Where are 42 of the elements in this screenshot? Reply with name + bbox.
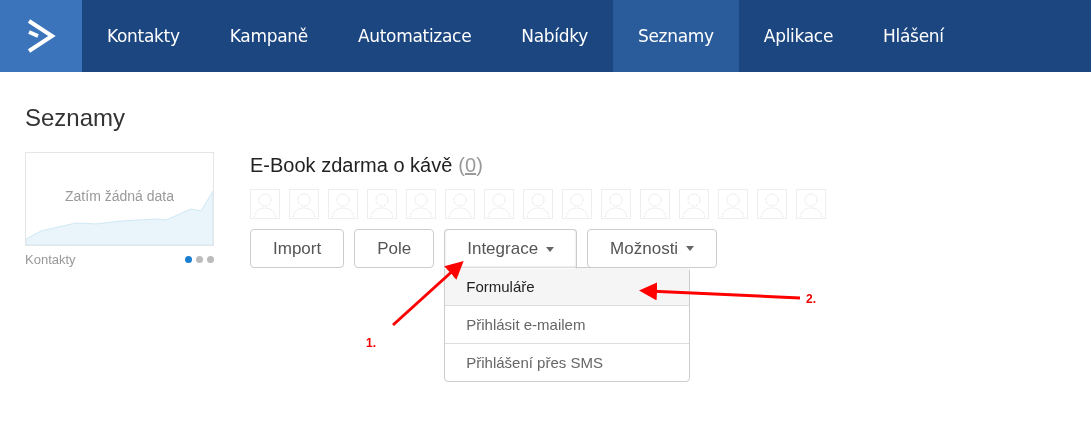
avatar-placeholder-icon <box>289 189 319 219</box>
carousel-dot[interactable] <box>196 256 203 263</box>
avatar-placeholder-icon <box>250 189 280 219</box>
empty-chart-text: Zatím žádná data <box>64 188 175 204</box>
nav-tab[interactable]: Nabídky <box>496 0 613 72</box>
list-name: E-Book zdarma o kávě <box>250 154 453 177</box>
avatar-placeholder-icon <box>718 189 748 219</box>
action-button[interactable]: Integrace <box>444 229 578 269</box>
nav-tab[interactable]: Seznamy <box>612 0 739 72</box>
paren: ( <box>458 154 465 177</box>
nav-tab[interactable]: Kampaně <box>204 0 333 72</box>
nav-tab[interactable]: Aplikace <box>738 0 859 72</box>
annotation-arrow <box>392 260 464 327</box>
avatar-placeholder-icon <box>640 189 670 219</box>
action-button[interactable]: Import <box>250 229 345 268</box>
chart-label: Kontakty <box>25 252 76 267</box>
nav-tab[interactable]: Automatizace <box>332 0 497 72</box>
carousel-dot[interactable] <box>207 256 214 263</box>
avatar-placeholder-icon <box>562 189 592 219</box>
annotation-label: 2. <box>806 292 816 306</box>
menu-item[interactable]: Přihlásit e-mailem <box>445 305 690 343</box>
avatar-placeholder-icon <box>601 189 631 219</box>
avatar-placeholder-icon <box>367 189 397 219</box>
carousel-dot[interactable] <box>185 256 192 263</box>
nav-tab[interactable]: Kontakty <box>82 0 205 72</box>
action-button[interactable]: Možnosti <box>587 229 718 268</box>
avatar-placeholder-icon <box>757 189 787 219</box>
avatar-placeholder-icon <box>328 189 358 219</box>
avatar-placeholder-icon <box>484 189 514 219</box>
annotation-label: 1. <box>366 336 376 350</box>
logo-icon[interactable] <box>0 0 82 72</box>
action-button[interactable]: Pole <box>354 229 435 268</box>
menu-item[interactable]: Formuláře <box>445 268 690 305</box>
avatar-placeholder-icon <box>406 189 436 219</box>
avatar-placeholder-icon <box>445 189 475 219</box>
avatar-placeholder-icon <box>679 189 709 219</box>
paren: ) <box>476 154 483 177</box>
menu-item[interactable]: Přihlášení přes SMS <box>445 343 690 381</box>
page-title: Seznamy <box>25 104 127 132</box>
avatar-placeholder-icon <box>523 189 553 219</box>
nav-tab[interactable]: Hlášení <box>858 0 969 72</box>
avatar-placeholder-icon <box>796 189 826 219</box>
